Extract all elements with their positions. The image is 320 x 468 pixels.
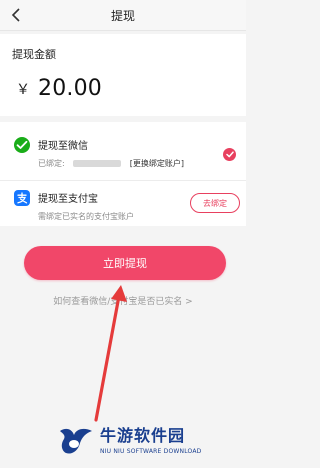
amount-value: 20.00 xyxy=(38,76,102,101)
bull-logo-icon xyxy=(60,428,92,454)
wechat-bound-info: 已绑定: [更换绑定账户] xyxy=(38,158,184,169)
amount-row: ￥ 20.00 xyxy=(16,76,102,101)
realname-help-link[interactable]: 如何查看微信/支付宝是否已实名 > xyxy=(0,294,246,307)
top-nav-bar: 提现 xyxy=(0,0,246,31)
amount-label: 提现金额 xyxy=(12,48,56,61)
bound-prefix: 已绑定: xyxy=(38,159,65,168)
method-alipay[interactable]: 提现至支付宝 需绑定已实名的支付宝账户 去绑定 xyxy=(0,180,246,231)
watermark-english: NIU NIU SOFTWARE DOWNLOAD xyxy=(100,448,202,455)
wechat-method-name: 提现至微信 xyxy=(38,141,88,152)
site-watermark: 牛游软件园 NIU NIU SOFTWARE DOWNLOAD xyxy=(56,420,236,462)
alipay-icon xyxy=(14,190,30,206)
wechat-icon xyxy=(14,137,30,153)
method-wechat[interactable]: 提现至微信 已绑定: [更换绑定账户] xyxy=(0,128,246,178)
withdraw-methods: 提现至微信 已绑定: [更换绑定账户] 提现至支付宝 需绑定已实名的支付宝账户 … xyxy=(0,122,246,226)
amount-card: 提现金额 ￥ 20.00 xyxy=(0,34,246,116)
alipay-hint: 需绑定已实名的支付宝账户 xyxy=(38,212,134,221)
page-title: 提现 xyxy=(110,9,135,23)
selected-check-icon[interactable] xyxy=(223,148,236,161)
alipay-method-name: 提现至支付宝 xyxy=(38,194,98,205)
change-account-link[interactable]: [更换绑定账户] xyxy=(130,159,184,168)
withdraw-now-button[interactable]: 立即提现 xyxy=(24,246,226,280)
watermark-chinese: 牛游软件园 xyxy=(100,426,186,445)
bind-alipay-button[interactable]: 去绑定 xyxy=(190,193,240,213)
currency-symbol: ￥ xyxy=(16,81,30,98)
masked-account-name xyxy=(73,160,122,167)
